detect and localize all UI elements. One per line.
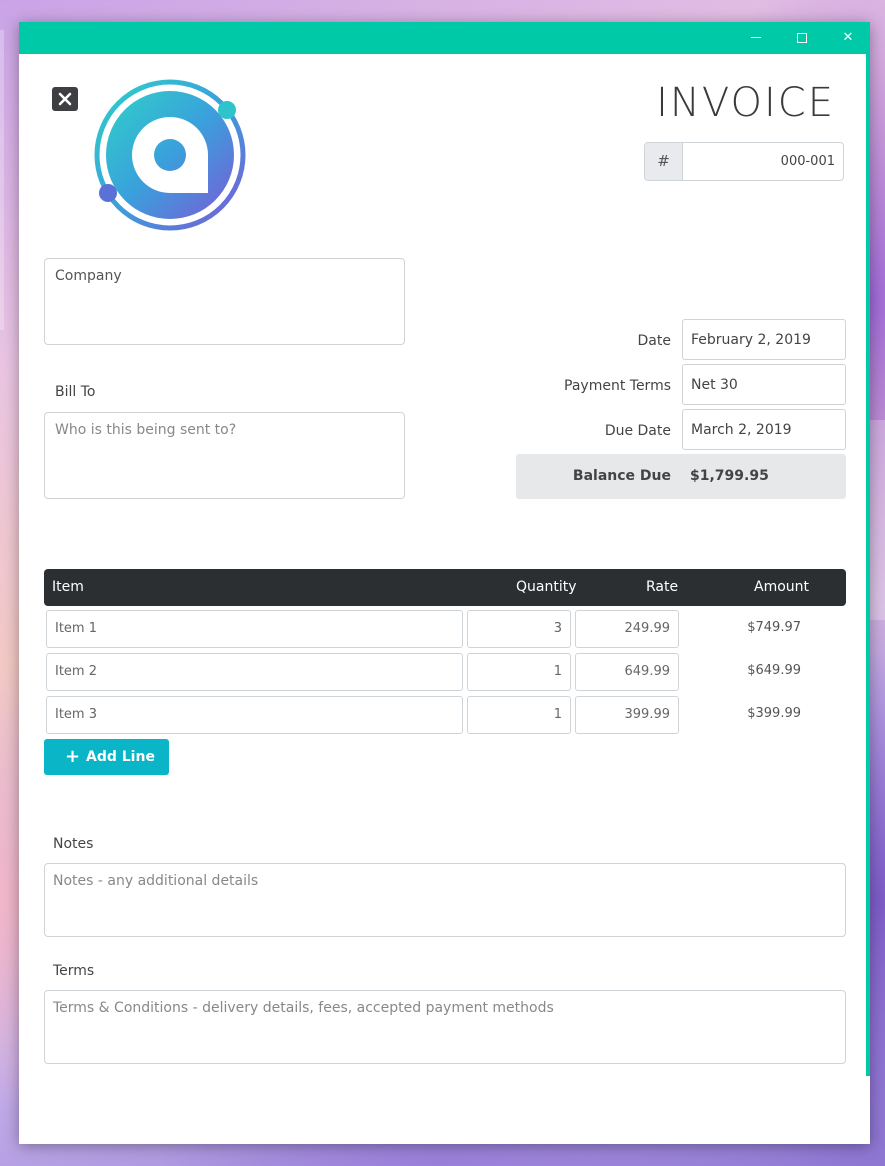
company-field-text: Company	[55, 268, 122, 284]
item-quantity-text: 1	[553, 664, 562, 679]
wallpaper-stroke	[870, 420, 885, 620]
item-amount: $399.99	[747, 706, 801, 721]
item-quantity-text: 3	[553, 621, 562, 636]
notes-placeholder: Notes - any additional details	[53, 873, 259, 889]
item-rate-input[interactable]: 249.99	[575, 610, 679, 648]
items-table-header: Item Quantity Rate Amount	[44, 569, 846, 606]
add-line-button[interactable]: + Add Line	[44, 739, 169, 775]
minimize-icon	[751, 37, 761, 38]
column-item: Item	[52, 579, 84, 595]
balance-due-label: Balance Due	[572, 468, 671, 484]
notes-label: Notes	[53, 836, 94, 852]
item-rate-input[interactable]: 649.99	[575, 653, 679, 691]
app-window: ✕ INVOICE # 000-001 Company Bill To Who …	[19, 22, 870, 1144]
payment-terms-value: Net 30	[691, 377, 738, 393]
terms-field[interactable]: Terms & Conditions - delivery details, f…	[44, 990, 846, 1064]
bill-to-field[interactable]: Who is this being sent to?	[44, 412, 405, 499]
due-date-field[interactable]: March 2, 2019	[682, 409, 846, 450]
item-rate-text: 649.99	[624, 664, 671, 679]
due-date-label: Due Date	[604, 423, 671, 439]
invoice-title: INVOICE	[656, 80, 835, 126]
payment-terms-label: Payment Terms	[564, 378, 671, 394]
item-quantity-input[interactable]: 1	[467, 696, 571, 734]
wallpaper-stroke	[0, 30, 4, 330]
column-quantity: Quantity	[516, 579, 577, 595]
terms-label: Terms	[53, 963, 95, 979]
date-field[interactable]: February 2, 2019	[682, 319, 846, 360]
scrollbar[interactable]	[866, 54, 870, 1076]
item-description-text: Item 1	[55, 621, 97, 636]
item-amount: $749.97	[747, 620, 801, 635]
bill-to-label: Bill To	[55, 384, 96, 400]
notes-field[interactable]: Notes - any additional details	[44, 863, 846, 937]
item-description-text: Item 2	[55, 664, 97, 679]
item-description-input[interactable]: Item 3	[46, 696, 463, 734]
close-window-button[interactable]: ✕	[825, 22, 871, 54]
item-rate-input[interactable]: 399.99	[575, 696, 679, 734]
plus-icon: +	[65, 746, 81, 767]
close-icon: ✕	[842, 30, 854, 45]
company-logo	[94, 79, 246, 231]
terms-placeholder: Terms & Conditions - delivery details, f…	[53, 1000, 554, 1016]
close-icon	[58, 92, 72, 106]
balance-due-value: $1,799.95	[690, 468, 769, 484]
title-bar[interactable]: ✕	[19, 22, 870, 54]
maximize-button[interactable]	[779, 22, 825, 54]
due-date-value: March 2, 2019	[691, 422, 792, 438]
payment-terms-field[interactable]: Net 30	[682, 364, 846, 405]
item-description-input[interactable]: Item 1	[46, 610, 463, 648]
invoice-number-field[interactable]: # 000-001	[644, 142, 844, 181]
date-label: Date	[637, 333, 671, 349]
date-value: February 2, 2019	[691, 332, 811, 348]
item-description-text: Item 3	[55, 707, 97, 722]
balance-due-panel: Balance Due $1,799.95	[516, 454, 846, 499]
item-description-input[interactable]: Item 2	[46, 653, 463, 691]
minimize-button[interactable]	[733, 22, 779, 54]
invoice-number-value: 000-001	[780, 154, 835, 169]
column-amount: Amount	[754, 579, 810, 595]
hash-icon: #	[645, 143, 683, 180]
item-quantity-input[interactable]: 1	[467, 653, 571, 691]
company-field[interactable]: Company	[44, 258, 405, 345]
add-line-label: Add Line	[86, 749, 155, 765]
item-quantity-text: 1	[553, 707, 562, 722]
item-rate-text: 249.99	[624, 621, 671, 636]
column-rate: Rate	[646, 579, 679, 595]
item-quantity-input[interactable]: 3	[467, 610, 571, 648]
item-rate-text: 399.99	[624, 707, 671, 722]
remove-logo-button[interactable]	[52, 87, 78, 111]
bill-to-placeholder: Who is this being sent to?	[55, 422, 237, 438]
item-amount: $649.99	[747, 663, 801, 678]
maximize-icon	[797, 33, 807, 43]
